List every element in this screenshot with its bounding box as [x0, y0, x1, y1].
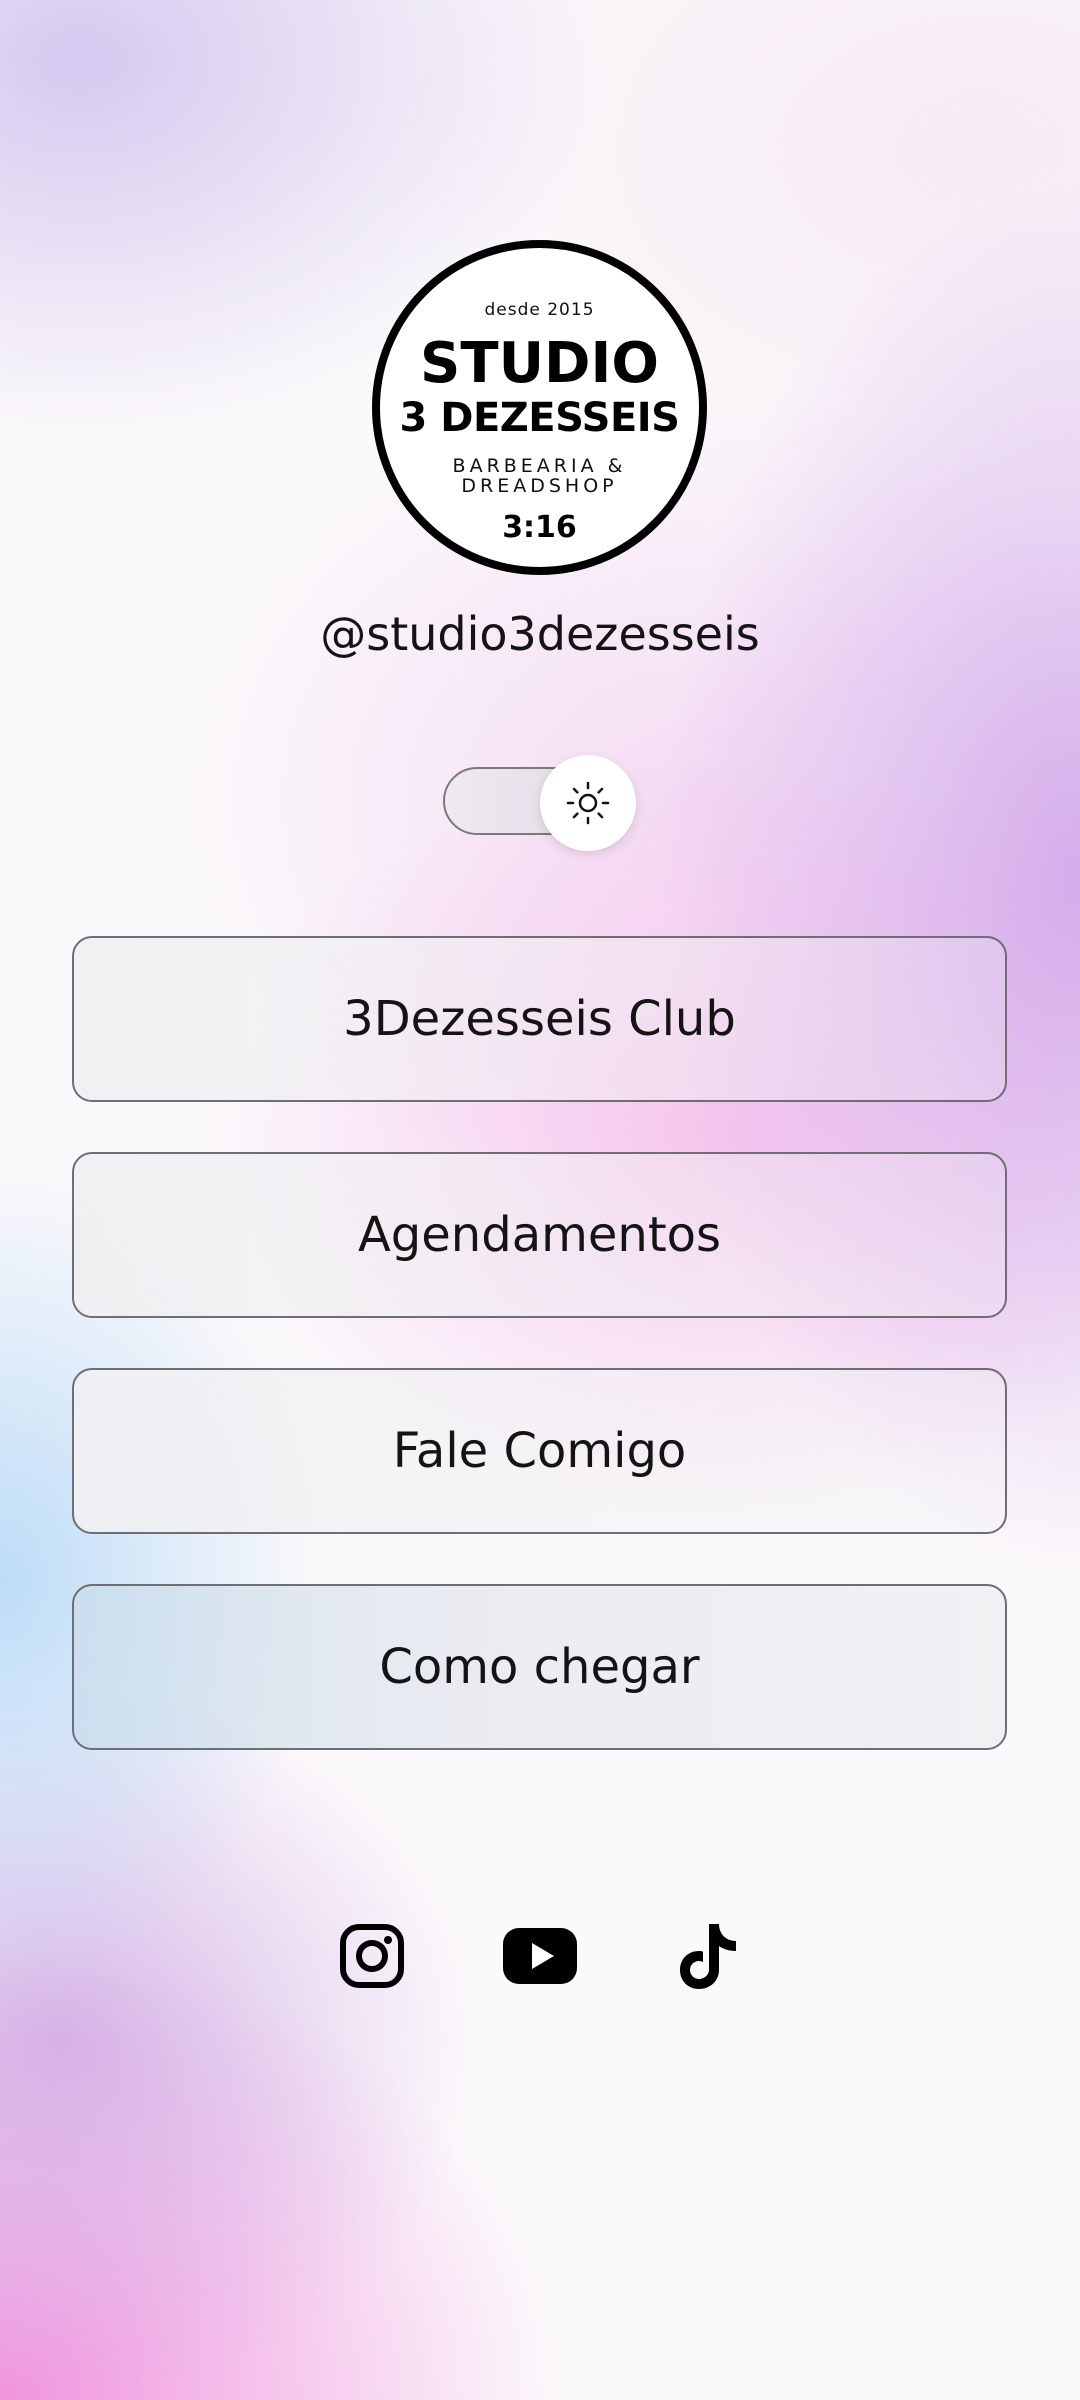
- youtube-link[interactable]: [500, 1920, 580, 1992]
- instagram-link[interactable]: [332, 1920, 412, 1992]
- link-button-label: 3Dezesseis Club: [343, 991, 736, 1047]
- link-button-3dezesseis-club[interactable]: 3Dezesseis Club: [72, 936, 1007, 1102]
- link-button-fale-comigo[interactable]: Fale Comigo: [72, 1368, 1007, 1534]
- logo-dreadshop-text: DREADSHOP: [461, 475, 618, 497]
- logo-since-text: desde 2015: [484, 300, 595, 320]
- instagram-icon: [340, 1924, 404, 1988]
- logo-barbearia-text: BARBEARIA &: [452, 455, 627, 477]
- link-button-label: Fale Comigo: [392, 1423, 687, 1479]
- link-button-agendamentos[interactable]: Agendamentos: [72, 1152, 1007, 1318]
- theme-toggle-knob[interactable]: [540, 755, 636, 851]
- profile-logo: desde 2015 STUDIO 3 DEZESSEIS BARBEARIA …: [372, 240, 707, 575]
- logo-dezesseis-text: 3 DEZESSEIS: [399, 395, 680, 441]
- youtube-icon: [503, 1928, 577, 1984]
- tiktok-link[interactable]: [668, 1920, 748, 1992]
- tiktok-icon: [680, 1924, 736, 1989]
- logo-studio-text: STUDIO: [420, 331, 659, 396]
- profile-handle: @studio3dezesseis: [320, 607, 760, 661]
- link-button-label: Como chegar: [379, 1639, 700, 1695]
- link-button-como-chegar[interactable]: Como chegar: [72, 1584, 1007, 1750]
- sun-icon: [566, 781, 610, 825]
- link-button-label: Agendamentos: [357, 1207, 722, 1263]
- logo-verse-text: 3:16: [502, 510, 577, 545]
